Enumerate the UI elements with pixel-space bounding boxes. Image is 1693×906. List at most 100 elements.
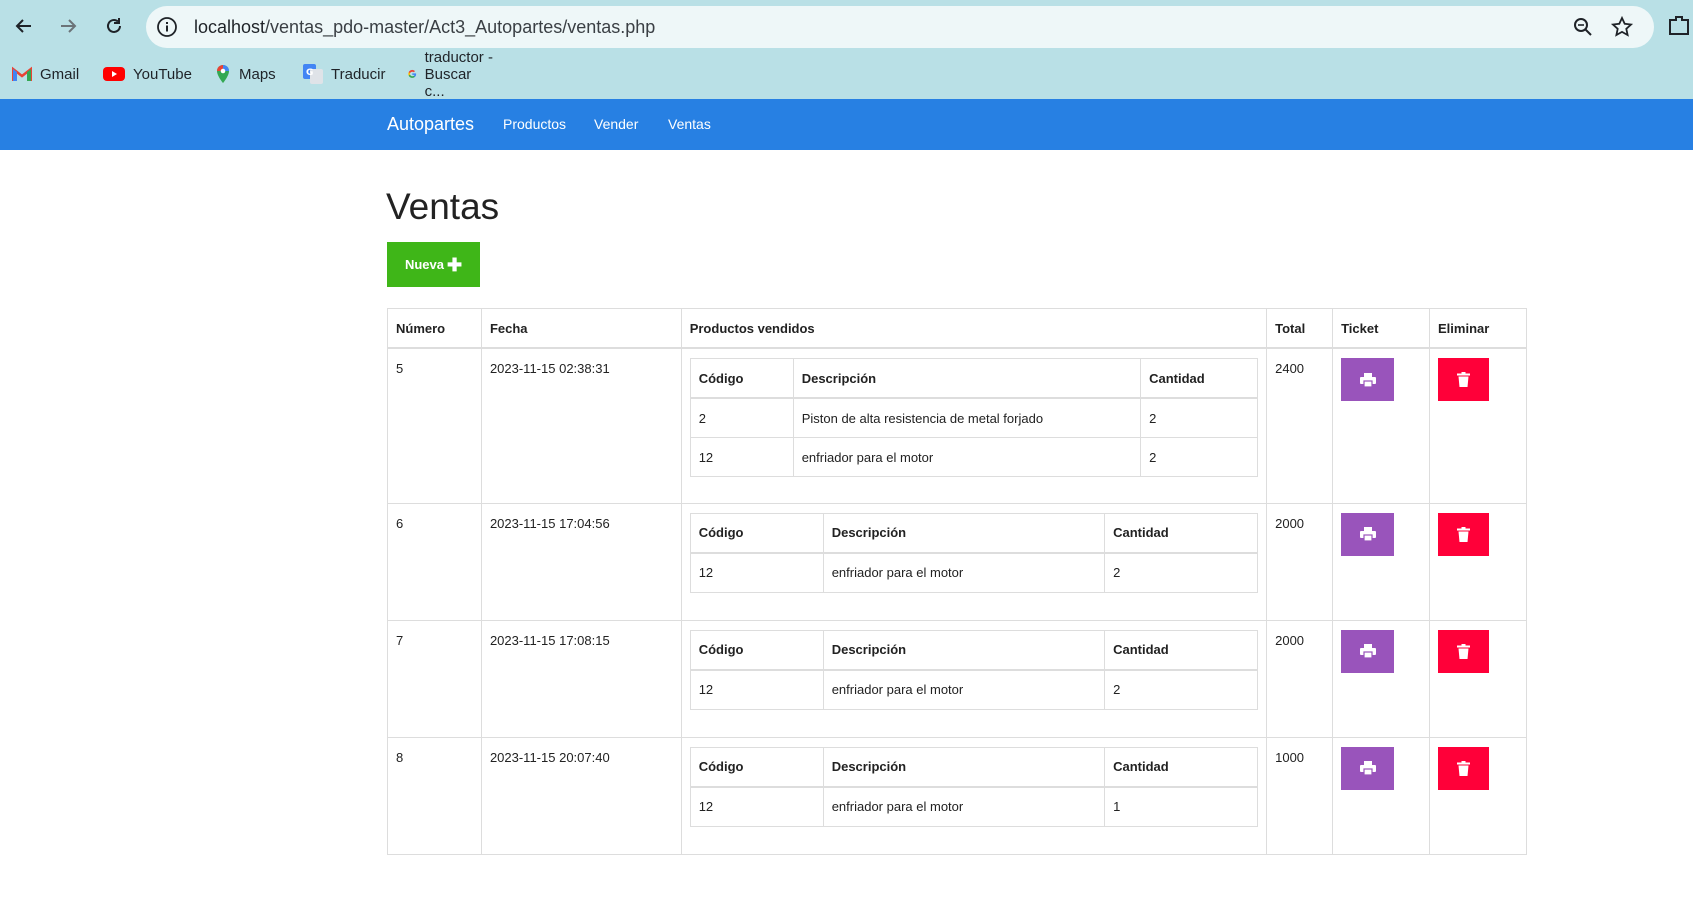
print-icon [1359,644,1376,658]
trash-icon [1457,372,1471,387]
url-text[interactable]: localhost/ventas_pdo-master/Act3_Autopar… [194,6,655,48]
table-row: 6 2023-11-15 17:04:56 Código Descripción Can… [387,502,1527,621]
site-info-icon[interactable] [156,16,178,38]
bookmark-traductor[interactable]: traductor - Buscar c... [408,49,493,100]
delete-sale-button[interactable] [1438,629,1490,673]
url-host: localhost [194,17,266,37]
url-path: /ventas_pdo-master/Act3_Autopartes/venta… [265,17,656,37]
subtable-header-row: Código Descripción Cantidad [689,512,1259,554]
ticket-cell [1332,347,1431,504]
page-title: Ventas [386,186,500,227]
bookmark-maps[interactable]: Maps [215,58,276,90]
sale-number: 6 [387,502,482,621]
product-description: enfriador para el motor [822,669,1106,710]
subtable-header-cantidad: Cantidad [1104,629,1259,671]
delete-cell [1429,619,1527,738]
subtable-header-codigo: Código [689,629,824,671]
product-quantity: 2 [1140,397,1259,438]
table-row: 7 2023-11-15 17:08:15 Código Descripción Can… [387,619,1527,738]
delete-sale-button[interactable] [1438,746,1490,790]
bookmark-label: Gmail [40,65,80,83]
subtable-header-cantidad: Cantidad [1104,746,1259,788]
new-sale-button[interactable]: Nueva ✚ [387,242,480,287]
bookmark-gmail[interactable]: Gmail [12,58,79,90]
products-subtable: Código Descripción Cantidad 12 enfriador par… [689,629,1259,710]
new-sale-label: Nueva [404,257,444,272]
sale-date: 2023-11-15 20:07:40 [480,736,682,855]
subtable-row: 12 enfriador para el motor 2 [689,669,1259,710]
print-ticket-button[interactable] [1341,629,1395,673]
back-button[interactable] [9,11,39,41]
sales-table-body: 5 2023-11-15 02:38:31 Código Descripción Can… [387,347,1527,855]
print-ticket-button[interactable] [1341,746,1395,790]
subtable-header-row: Código Descripción Cantidad [689,746,1259,788]
google-icon [408,69,417,78]
svg-text:G: G [306,68,313,78]
table-row: 8 2023-11-15 20:07:40 Código Descripción Can… [387,736,1527,855]
zoom-icon[interactable] [1572,16,1594,38]
product-description: enfriador para el motor [822,786,1106,827]
trash-icon [1457,526,1471,542]
subtable-row: 2 Piston de alta resistencia de metal for… [689,397,1259,438]
products-subtable: Código Descripción Cantidad 12 enfriador par… [689,746,1259,827]
products-cell: Código Descripción Cantidad 12 enfriador par… [680,502,1268,621]
subtable-header-codigo: Código [689,358,794,399]
table-header-row: Número Fecha Productos vendidos Total Ti… [387,308,1527,349]
product-quantity: 1 [1104,786,1259,827]
sale-total: 2000 [1266,502,1334,621]
subtable-header-descripcion: Descripción [822,629,1106,671]
sale-total: 1000 [1266,736,1334,855]
ticket-cell [1332,736,1431,855]
address-bar[interactable]: localhost/ventas_pdo-master/Act3_Autopar… [146,6,1654,48]
sale-number: 8 [387,736,482,855]
column-header-fecha: Fecha [480,308,682,349]
nav-link-productos[interactable]: Productos [503,99,566,150]
product-quantity: 2 [1104,669,1259,710]
bookmark-traducir[interactable]: G Traducir [303,58,385,90]
subtable-header-codigo: Código [689,746,824,788]
print-ticket-button[interactable] [1341,358,1395,401]
product-code: 12 [689,669,824,710]
trash-icon [1457,760,1471,776]
bookmark-star-icon[interactable] [1610,15,1634,39]
product-quantity: 2 [1104,552,1259,593]
product-code: 12 [689,552,824,593]
translate-icon: G [303,64,323,84]
delete-sale-button[interactable] [1438,358,1490,401]
print-icon [1359,527,1376,541]
product-quantity: 2 [1140,437,1259,477]
column-header-eliminar: Eliminar [1429,308,1527,349]
product-code: 12 [689,437,794,477]
delete-sale-button[interactable] [1438,512,1490,556]
subtable-header-descripcion: Descripción [792,358,1142,399]
nav-link-ventas[interactable]: Ventas [668,99,711,150]
bookmark-label: Maps [239,65,276,83]
sale-date: 2023-11-15 17:04:56 [480,502,682,621]
sale-number: 5 [387,347,482,504]
ticket-cell [1332,619,1431,738]
maps-icon [217,65,229,83]
extensions-icon[interactable] [1668,14,1690,38]
subtable-row: 12 enfriador para el motor 2 [689,552,1259,593]
sale-total: 2000 [1266,619,1334,738]
delete-cell [1429,502,1527,621]
product-description: enfriador para el motor [822,552,1106,593]
column-header-total: Total [1266,308,1334,349]
print-ticket-button[interactable] [1341,512,1395,556]
delete-cell [1429,347,1527,504]
trash-icon [1457,643,1471,659]
products-cell: Código Descripción Cantidad 12 enfriador par… [680,619,1268,738]
forward-button[interactable] [53,11,83,41]
youtube-icon [103,67,125,81]
bookmark-youtube[interactable]: YouTube [103,58,192,90]
nav-link-vender[interactable]: Vender [594,99,638,150]
subtable-header-codigo: Código [689,512,824,554]
gmail-icon [12,66,32,81]
products-subtable: Código Descripción Cantidad 2 Piston de alta… [689,358,1259,477]
reload-button[interactable] [99,11,129,41]
sales-table: Número Fecha Productos vendidos Total Ti… [387,308,1527,855]
products-cell: Código Descripción Cantidad 2 Piston de alta… [680,347,1268,504]
navbar-brand[interactable]: Autopartes [387,99,474,150]
sale-date: 2023-11-15 17:08:15 [480,619,682,738]
subtable-header-descripcion: Descripción [822,746,1106,788]
